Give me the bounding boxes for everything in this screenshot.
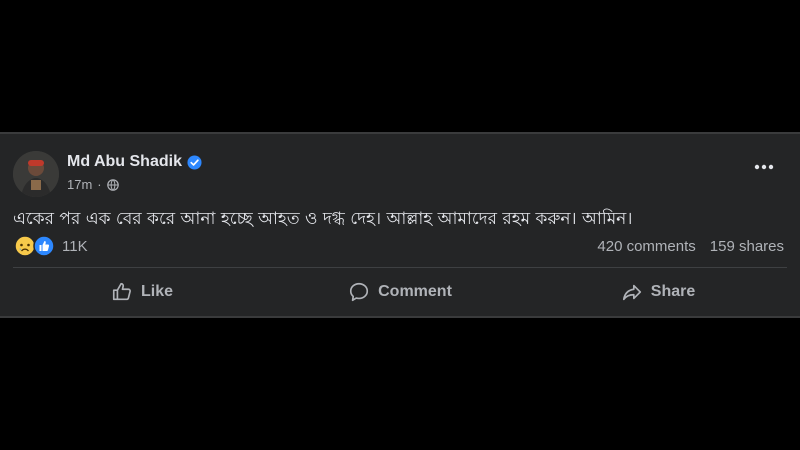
post-time[interactable]: 17m bbox=[67, 177, 92, 192]
reactions-summary[interactable]: 11K bbox=[14, 235, 88, 257]
author-row: Md Abu Shadik bbox=[67, 153, 202, 171]
share-label: Share bbox=[650, 283, 696, 300]
post-meta: 17m · bbox=[67, 177, 119, 192]
thumbs-up-icon bbox=[112, 282, 131, 301]
comment-label: Comment bbox=[378, 283, 452, 300]
separator-dot: · bbox=[97, 177, 102, 192]
post-stats: 420 comments 159 shares bbox=[597, 238, 784, 255]
avatar-image bbox=[13, 151, 59, 197]
post-actions: Like Comment Share bbox=[13, 272, 787, 312]
like-button[interactable]: Like bbox=[13, 272, 271, 312]
comments-count[interactable]: 420 comments bbox=[597, 238, 695, 255]
reaction-count[interactable]: 11K bbox=[62, 238, 88, 255]
like-reaction-icon bbox=[33, 235, 55, 257]
shares-count[interactable]: 159 shares bbox=[710, 238, 784, 255]
author-name[interactable]: Md Abu Shadik bbox=[67, 153, 182, 171]
avatar[interactable] bbox=[13, 151, 59, 197]
post-card: Md Abu Shadik 17m · একের পর এক বের করে আ… bbox=[0, 132, 800, 318]
share-icon bbox=[622, 284, 641, 301]
divider bbox=[13, 267, 787, 268]
comment-button[interactable]: Comment bbox=[271, 272, 529, 312]
more-options-icon[interactable] bbox=[754, 164, 774, 170]
globe-icon bbox=[106, 178, 119, 191]
share-button[interactable]: Share bbox=[529, 272, 787, 312]
like-label: Like bbox=[140, 283, 173, 300]
comment-icon bbox=[350, 282, 369, 302]
verified-badge-icon bbox=[187, 154, 202, 170]
post-text: একের পর এক বের করে আনা হচ্ছে আহত ও দগ্ধ … bbox=[13, 209, 633, 229]
